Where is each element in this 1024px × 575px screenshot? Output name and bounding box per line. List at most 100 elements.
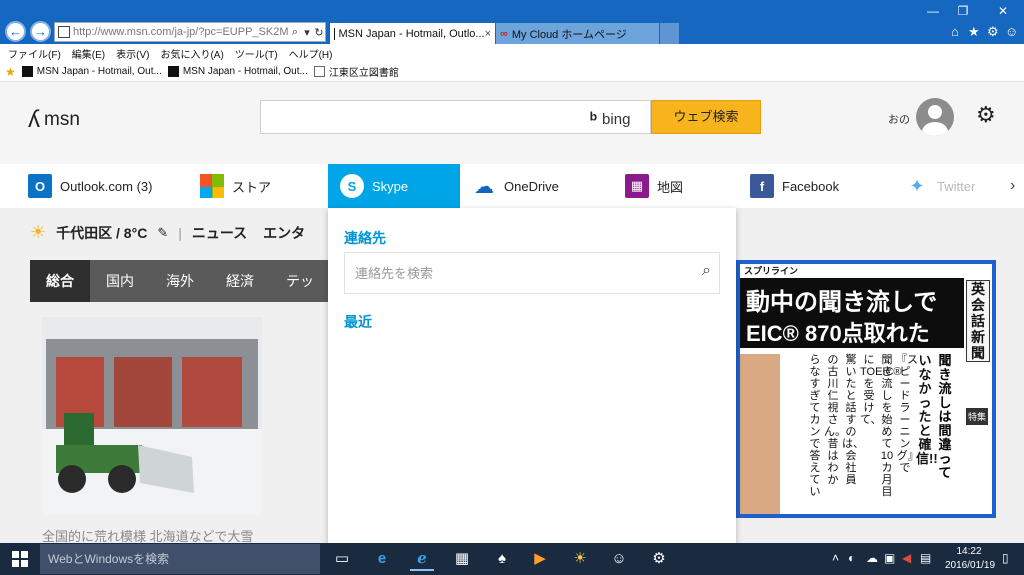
search-icon[interactable]: ⌕ <box>702 262 711 280</box>
tools-gear-icon[interactable]: ⚙ <box>987 24 999 40</box>
link-news[interactable]: ニュース <box>192 223 247 243</box>
menu-edit[interactable]: 編集(E) <box>72 46 105 61</box>
minimize-icon: — <box>927 4 939 18</box>
outlook-icon: O <box>28 174 52 198</box>
favorite-link-msn-1[interactable]: MSN Japan - Hotmail, Out... <box>21 66 162 77</box>
sun-icon: ☀ <box>30 222 47 242</box>
news-photo-snowplow[interactable] <box>42 317 262 515</box>
game-app-icon[interactable]: ☺ <box>607 547 631 571</box>
avatar[interactable] <box>916 98 954 136</box>
taskbar-search-box[interactable]: WebとWindowsを検索 <box>40 544 320 574</box>
edge-icon[interactable]: e <box>370 547 394 571</box>
tray-chevron-up-icon[interactable]: ˄ <box>832 551 839 565</box>
avatar-head <box>928 105 942 119</box>
restore-button[interactable]: ❐ <box>948 4 978 18</box>
start-button[interactable] <box>0 543 40 575</box>
tray-cloud-icon[interactable]: ☁ <box>866 551 878 565</box>
notifications-icon[interactable]: ▤ <box>920 551 931 565</box>
service-label: 地図 <box>657 179 684 195</box>
msn-butterfly-icon: ʎ <box>28 106 40 133</box>
settings-icon[interactable]: ⚙ <box>647 547 671 571</box>
page-favicon-icon <box>313 66 325 77</box>
recent-heading: 最近 <box>344 314 372 330</box>
news-tab-economy[interactable]: 経済 <box>210 260 270 302</box>
user-name[interactable]: おの <box>888 111 910 127</box>
favorite-link-library[interactable]: 江東区立図書館 <box>313 64 399 79</box>
bing-icon: ᵇ <box>590 109 598 129</box>
service-facebook[interactable]: f Facebook <box>750 164 839 208</box>
volume-icon[interactable]: ◀ <box>902 551 911 565</box>
media-player-icon[interactable]: ▶ <box>528 547 552 571</box>
menu-file[interactable]: ファイル(F) <box>8 46 61 61</box>
facebook-icon: f <box>750 174 774 198</box>
service-outlook[interactable]: O Outlook.com (3) <box>28 164 152 208</box>
ad-feature-badge: 特集 <box>966 408 988 425</box>
close-window-button[interactable]: ✕ <box>988 4 1018 18</box>
tab-my-cloud[interactable]: ∞ My Cloud ホームページ <box>496 23 659 44</box>
service-map[interactable]: ▦ 地図 <box>625 164 683 208</box>
forward-button[interactable]: → <box>30 21 51 42</box>
service-skype[interactable]: S Skype <box>328 164 460 208</box>
service-store[interactable]: ストア <box>200 164 271 208</box>
contacts-heading: 連絡先 <box>344 230 386 246</box>
news-tab-domestic[interactable]: 国内 <box>90 260 150 302</box>
news-tab-top[interactable]: 総合 <box>30 260 90 302</box>
menu-favorites[interactable]: お気に入り(A) <box>160 46 223 61</box>
news-caption[interactable]: 全国的に荒れ模様 北海道などで大雪 <box>42 526 253 543</box>
msn-header: ʎ msn ᵇ bing ウェブ検索 おの ⚙ <box>0 82 1024 164</box>
taskbar-clock[interactable]: 14:22 2016/01/19 <box>945 545 995 573</box>
contact-search-box[interactable]: ⌕ <box>344 252 720 294</box>
ad-column: らなすぎてカンで答えてい <box>809 354 821 498</box>
favorites-bar: ★ MSN Japan - Hotmail, Out... MSN Japan … <box>0 62 1024 82</box>
task-view-icon[interactable]: ▭ <box>330 547 354 571</box>
link-entertainment[interactable]: エンタ <box>263 223 305 243</box>
favorite-link-msn-2[interactable]: MSN Japan - Hotmail, Out... <box>167 66 308 77</box>
snow-scene-image <box>42 317 262 515</box>
action-center-icon[interactable]: ▯ <box>1002 551 1009 565</box>
address-url[interactable]: http://www.msn.com/ja-jp/?pc=EUPP_SK2M&o… <box>73 26 289 38</box>
edit-pencil-icon[interactable]: ✎ <box>157 225 168 241</box>
internet-explorer-icon[interactable]: ℯ <box>410 547 434 571</box>
news-tab-world[interactable]: 海外 <box>150 260 210 302</box>
service-twitter[interactable]: ✦ Twitter <box>905 164 975 208</box>
restore-icon: ❐ <box>957 4 969 18</box>
back-button[interactable]: ← <box>5 21 26 42</box>
msn-logo[interactable]: ʎ msn <box>28 106 80 134</box>
feedback-smiley-icon[interactable]: ☺ <box>1005 24 1018 39</box>
ad-vertical-title: 英会話新聞 <box>966 280 990 362</box>
contact-search-input[interactable] <box>345 253 675 293</box>
web-search-button[interactable]: ウェブ検索 <box>651 100 761 134</box>
refresh-icon[interactable]: ↻ <box>313 26 325 39</box>
service-label: OneDrive <box>504 178 559 194</box>
services-next-button[interactable]: › <box>1010 164 1015 208</box>
menu-tools[interactable]: ツール(T) <box>235 46 278 61</box>
clock-time: 14:22 <box>956 546 982 557</box>
menu-view[interactable]: 表示(V) <box>116 46 149 61</box>
add-favorite-star-icon[interactable]: ★ <box>5 65 16 79</box>
skype-flyout: 連絡先 ⌕ 最近 <box>328 208 736 543</box>
minimize-button[interactable]: — <box>918 4 948 18</box>
chevron-right-icon: › <box>1010 177 1016 194</box>
service-label: Twitter <box>937 178 976 194</box>
address-bar[interactable]: http://www.msn.com/ja-jp/?pc=EUPP_SK2M&o… <box>54 22 326 42</box>
weather-location[interactable]: 千代田区 / 8°C <box>56 223 147 243</box>
weather-app-icon[interactable]: ☀ <box>568 547 592 571</box>
home-icon[interactable]: ⌂ <box>951 24 959 39</box>
tab-label: My Cloud ホームページ <box>511 28 627 41</box>
menu-help[interactable]: ヘルプ(H) <box>289 46 333 61</box>
solitaire-cards-icon[interactable]: ♠ <box>490 547 514 571</box>
ad-person-photo <box>740 354 780 514</box>
tray-app-icon[interactable]: ◐ <box>848 551 855 565</box>
ad-speed-learning[interactable]: スプリライン 動中の聞き流しで EIC® 870点取れた 英会話新聞 特集 聞き… <box>736 260 996 518</box>
settings-gear-icon[interactable]: ⚙ <box>976 102 996 128</box>
news-tab-tech[interactable]: テッ <box>270 260 330 302</box>
tab-close-button[interactable]: × <box>485 28 491 40</box>
tray-network-icon[interactable]: ▣ <box>884 551 895 565</box>
service-onedrive[interactable]: ☁ OneDrive <box>472 164 559 208</box>
new-tab-button[interactable] <box>660 23 679 44</box>
dropdown-icon[interactable]: ▾ <box>301 26 313 39</box>
favorites-star-icon[interactable]: ★ <box>968 24 980 40</box>
search-icon[interactable]: ⌕ <box>289 26 301 39</box>
calculator-icon[interactable]: ▦ <box>450 547 474 571</box>
tab-msn[interactable]: MSN Japan - Hotmail, Outlo... × <box>330 23 495 44</box>
